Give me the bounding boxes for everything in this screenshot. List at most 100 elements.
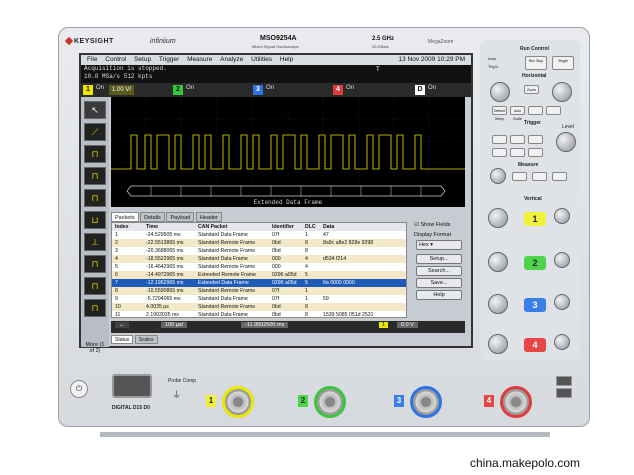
- channel-2-button[interactable]: 2: [524, 256, 546, 270]
- channel-4-button[interactable]: 4: [524, 338, 546, 352]
- measure-button[interactable]: [532, 172, 547, 181]
- marker-button[interactable]: [512, 172, 527, 181]
- channel-4-offset-knob[interactable]: [554, 334, 570, 350]
- col-index-header[interactable]: Index: [115, 223, 129, 231]
- menu-file[interactable]: File: [87, 55, 97, 65]
- table-row[interactable]: 9 -5.7294065 ms Standard Data Frame 07f 1 59: [112, 295, 406, 303]
- col-data-header[interactable]: Data: [323, 223, 334, 231]
- channel-4-scale-knob[interactable]: [488, 334, 508, 354]
- table-row[interactable]: 10 4.0035 µs Standard Remote Frame 0bd 8: [112, 303, 406, 311]
- channel-4-state[interactable]: On: [346, 85, 354, 91]
- pattern-trigger-icon[interactable]: ⊓: [84, 277, 106, 295]
- menu-trigger[interactable]: Trigger: [159, 55, 179, 65]
- pointer-tool-icon[interactable]: ↖: [84, 101, 106, 119]
- menu-help[interactable]: Help: [280, 55, 293, 65]
- show-fields-checkbox[interactable]: ☑ Show Fields: [414, 222, 450, 228]
- table-row[interactable]: 7 -12.1962965 ms Extended Data Frame 0296 a…: [112, 279, 406, 287]
- menu-measure[interactable]: Measure: [187, 55, 212, 65]
- auto-scale-button[interactable]: Auto Scale: [510, 106, 525, 121]
- state-trigger-icon[interactable]: ⊓: [84, 299, 106, 317]
- run-stop-button[interactable]: Run Stop: [525, 56, 547, 70]
- setup-button[interactable]: Setup...: [416, 254, 462, 264]
- channel-3-scale-knob[interactable]: [488, 294, 508, 314]
- col-identifier-header[interactable]: Identifier: [272, 223, 294, 231]
- horizontal-icon[interactable]: ↔: [115, 322, 129, 328]
- channel-1-scale-knob[interactable]: [488, 208, 508, 228]
- channel-2-offset-knob[interactable]: [554, 252, 570, 268]
- bnc-2-connector[interactable]: [314, 386, 346, 418]
- tab-header[interactable]: Header: [195, 212, 222, 222]
- default-setup-button[interactable]: Default Setup: [492, 106, 507, 121]
- channel-3-state[interactable]: On: [266, 85, 274, 91]
- tab-packets[interactable]: Packets: [111, 212, 139, 222]
- col-time-header[interactable]: Time: [146, 223, 158, 231]
- timebase-value[interactable]: 100 µs/: [161, 322, 188, 328]
- probe-comp-terminal-icon[interactable]: ⏚: [172, 388, 181, 401]
- col-dlc-header[interactable]: DLC: [305, 223, 316, 231]
- pulse-width-icon[interactable]: ⊓: [84, 167, 106, 185]
- tab-status[interactable]: Status: [111, 335, 134, 344]
- trigger-mode-button[interactable]: [510, 135, 525, 144]
- channel-1-box[interactable]: 1: [83, 85, 93, 95]
- table-row[interactable]: 6 -14.4972965 ms Extended Remote Frame 0296…: [112, 271, 406, 279]
- channel-3-button[interactable]: 3: [524, 298, 546, 312]
- table-row[interactable]: 2 -22.5513865 ms Standard Remote Frame 0bd 8…: [112, 239, 406, 247]
- channel-2-box[interactable]: 2: [173, 85, 183, 95]
- table-row[interactable]: 8 -10.5590865 ms Standard Remote Frame 07f 1: [112, 287, 406, 295]
- menu-setup[interactable]: Setup: [134, 55, 151, 65]
- channel-1-button[interactable]: 1: [524, 212, 546, 226]
- channel-4-box[interactable]: 4: [333, 85, 343, 95]
- usb-port-2[interactable]: [556, 376, 572, 386]
- channel-3-offset-knob[interactable]: [554, 294, 570, 310]
- menu-analyze[interactable]: Analyze: [220, 55, 243, 65]
- digital-state[interactable]: On: [428, 85, 436, 91]
- panel-button-4[interactable]: [546, 106, 561, 115]
- channel-1-state[interactable]: On: [96, 85, 104, 91]
- bnc-4-connector[interactable]: [500, 386, 532, 418]
- menu-control[interactable]: Control: [105, 55, 126, 65]
- trigger-level-knob[interactable]: [556, 132, 576, 152]
- window-trigger-icon[interactable]: ⊓: [84, 255, 106, 273]
- timeout-trigger-icon[interactable]: ⊔: [84, 211, 106, 229]
- panel-button-3[interactable]: [528, 106, 543, 115]
- table-row[interactable]: 3 -20.3688065 ms Standard Remote Frame 0bd 8: [112, 247, 406, 255]
- runt-trigger-icon[interactable]: ⊓: [84, 189, 106, 207]
- horizontal-scale-knob[interactable]: [490, 82, 510, 102]
- channel-3-box[interactable]: 3: [253, 85, 263, 95]
- trigger-channel[interactable]: 1: [379, 322, 389, 328]
- tab-payload[interactable]: Payload: [166, 212, 195, 222]
- table-row[interactable]: 4 -18.5522965 ms Standard Data Frame 000 4 d5…: [112, 255, 406, 263]
- trigger-holdoff-button[interactable]: [510, 148, 525, 157]
- glitch-trigger-icon[interactable]: ⊓: [84, 145, 106, 163]
- display-button[interactable]: [552, 172, 567, 181]
- save-button[interactable]: Save...: [416, 278, 462, 288]
- col-packet-header[interactable]: CAN Packet: [198, 223, 227, 231]
- edge-trigger-icon[interactable]: ⟋: [84, 123, 106, 141]
- trigger-menu-button[interactable]: [528, 148, 543, 157]
- trigger-position-bar[interactable]: T: [261, 65, 471, 83]
- more-tools-button[interactable]: More (1 of 2): [83, 342, 107, 354]
- channel-2-scale-knob[interactable]: [488, 252, 508, 272]
- channel-2-state[interactable]: On: [186, 85, 194, 91]
- tab-scales[interactable]: Scales: [134, 335, 158, 344]
- digital-box[interactable]: D: [415, 85, 425, 95]
- power-button[interactable]: ⏻: [70, 380, 88, 398]
- trigger-level[interactable]: 0.0 V: [397, 322, 418, 328]
- channel-1-offset-knob[interactable]: [554, 208, 570, 224]
- search-button[interactable]: Search...: [416, 266, 462, 276]
- bnc-3-connector[interactable]: [410, 386, 442, 418]
- setup-hold-icon[interactable]: ⟂: [84, 233, 106, 251]
- horizontal-position-knob[interactable]: [552, 82, 572, 102]
- table-row[interactable]: 5 -16.4642965 ms Standard Remote Frame 000 4: [112, 263, 406, 271]
- table-row[interactable]: 1 -24.529505 ms Standard Data Frame 07f 1 47: [112, 231, 406, 239]
- tab-details[interactable]: Details: [140, 212, 165, 222]
- trigger-sweep-button[interactable]: [528, 135, 543, 144]
- usb-port[interactable]: [112, 374, 152, 398]
- table-row[interactable]: 11 2.1903035 ms Standard Data Frame 0bd 8 153…: [112, 311, 406, 317]
- usb-port-3[interactable]: [556, 388, 572, 398]
- menu-utilities[interactable]: Utilities: [251, 55, 272, 65]
- horizontal-position[interactable]: -11.9502500 ms: [241, 322, 289, 328]
- trigger-source-button[interactable]: [492, 135, 507, 144]
- help-button[interactable]: Help: [416, 290, 462, 300]
- bnc-1-connector[interactable]: [222, 386, 254, 418]
